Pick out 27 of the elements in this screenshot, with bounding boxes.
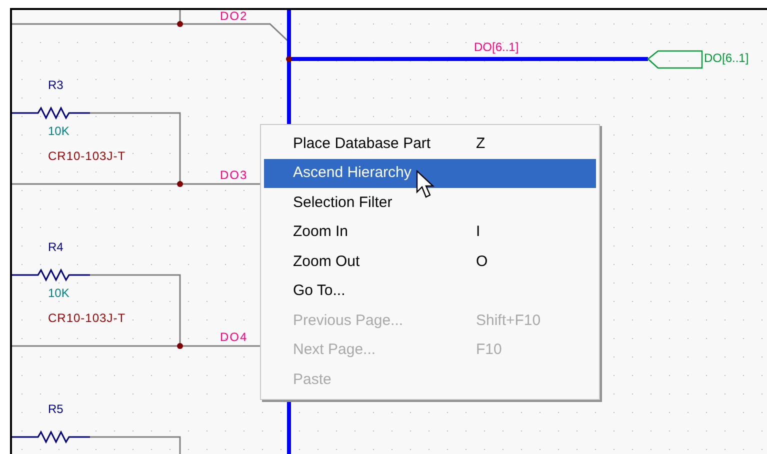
component-value: 10K [48,287,70,299]
port-icon [647,50,703,69]
part-number: CR10-103J-T [48,312,126,324]
menu-item[interactable]: Zoom In I [264,218,596,247]
part-number: CR10-103J-T [48,150,126,162]
junction-dot [286,56,292,62]
menu-item[interactable]: Zoom Out O [264,247,596,276]
cursor-icon [416,170,436,200]
bus-label: DO[6..1] [474,41,519,53]
resistor-icon [12,106,90,120]
component-value: 10K [48,125,70,137]
net-label: DO2 [220,10,248,22]
component-ref: R5 [48,403,64,415]
menu-item[interactable]: Place Database Part Z [264,129,596,158]
port-label: DO[6..1] [704,52,749,64]
menu-item[interactable]: Go To... [264,276,596,306]
resistor-icon [12,430,90,444]
junction-dot [177,181,183,187]
menu-item[interactable]: Selection Filter [264,188,596,218]
net-label: DO3 [220,169,248,181]
junction-dot [177,343,183,349]
component-ref: R4 [48,241,64,253]
component-ref: R3 [48,79,64,91]
resistor-icon [12,268,90,282]
menu-item[interactable]: Ascend Hierarchy [264,158,596,188]
junction-dot [177,21,183,27]
net-label: DO4 [220,331,248,343]
